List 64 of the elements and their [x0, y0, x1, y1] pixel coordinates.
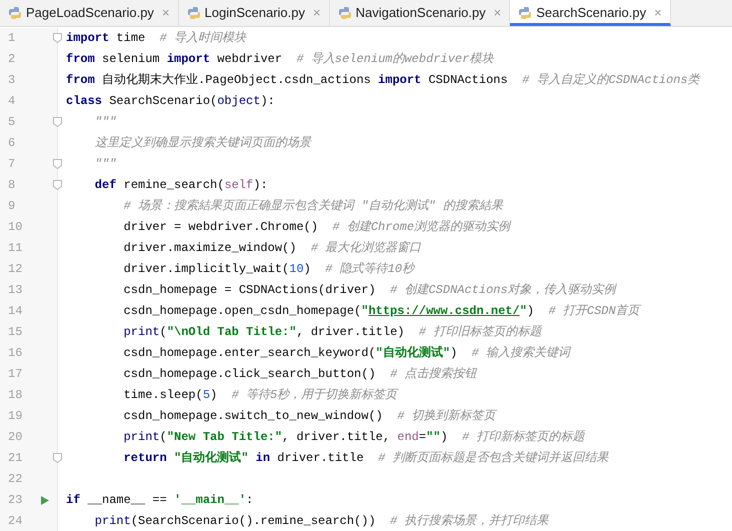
file-tab[interactable]: PageLoadScenario.py ×	[0, 0, 179, 26]
line-number: 12	[8, 261, 24, 278]
python-file-icon	[186, 6, 201, 20]
code-line: from 自动化期末大作业.PageObject.csdn_actions import CSDNActions # 导入自定义的CSDNActions类	[66, 72, 700, 89]
line-number: 8	[8, 177, 16, 194]
fold-marker-icon[interactable]	[53, 117, 62, 127]
line-number: 5	[8, 114, 16, 131]
code-line: driver = webdriver.Chrome() # 创建Chrome浏览器的驱动实例	[122, 219, 510, 236]
tab-label: SearchScenario.py	[536, 4, 646, 22]
line-number: 9	[8, 198, 16, 215]
line-number: 19	[8, 408, 24, 425]
line-number: 11	[8, 240, 24, 257]
line-number: 13	[8, 282, 24, 299]
code-line: if __name__ == '__main__':	[66, 492, 254, 509]
code-line: 这里定义到确显示搜索关键词页面的场景	[94, 135, 311, 152]
line-number: 17	[8, 366, 24, 383]
line-number: 14	[8, 303, 24, 320]
line-number: 15	[8, 324, 24, 341]
line-number: 21	[8, 450, 24, 467]
line-number: 10	[8, 219, 24, 236]
code-line: time.sleep(5) # 等待5秒，用于切换新标签页	[122, 387, 398, 404]
tab-label: PageLoadScenario.py	[26, 4, 154, 22]
line-number: 4	[8, 93, 16, 110]
python-file-icon	[8, 6, 22, 20]
code-line: """	[94, 156, 116, 173]
code-line: csdn_homepage.switch_to_new_window() # 切换到新标签页	[122, 408, 496, 425]
code-line: from selenium import webdriver # 导入selenium的webdriver模块	[66, 51, 494, 68]
line-number: 23	[8, 492, 24, 509]
code-line: driver.maximize_window() # 最大化浏览器窗口	[122, 240, 422, 257]
code-line: csdn_homepage.click_search_button() # 点击搜索按钮	[122, 366, 476, 383]
fold-marker-icon[interactable]	[53, 453, 62, 463]
code-line: csdn_homepage.enter_search_keyword("自动化测试") # 输入搜索关键词	[122, 344, 570, 362]
python-file-icon	[518, 6, 532, 20]
line-number: 22	[8, 471, 24, 488]
line-number: 6	[8, 135, 16, 152]
code-line: import time # 导入时间模块	[66, 30, 246, 47]
code-line: return "自动化测试" in driver.title # 判断页面标题是否包含关键词并返回结果	[122, 450, 608, 467]
code-line: print("\nOld Tab Title:", driver.title) # 打印旧标签页的标题	[122, 324, 542, 341]
line-number: 2	[8, 51, 16, 68]
line-number: 20	[8, 429, 24, 446]
code-line: print(SearchScenario().remine_search()) # 执行搜索场景，并打印结果	[94, 513, 548, 530]
fold-marker-icon[interactable]	[53, 33, 62, 43]
fold-marker-icon[interactable]	[53, 159, 62, 169]
line-number: 18	[8, 387, 24, 404]
run-icon[interactable]	[40, 494, 50, 506]
line-number: 3	[8, 72, 16, 89]
line-number: 1	[8, 30, 16, 47]
fold-marker-icon[interactable]	[53, 180, 62, 190]
file-tab[interactable]: LoginScenario.py ×	[178, 0, 330, 26]
code-line: csdn_homepage.open_csdn_homepage("https://www.csdn.net/") # 打开CSDN首页	[122, 303, 640, 320]
code-line: print("New Tab Title:", driver.title, end="") # 打印新标签页的标题	[122, 429, 584, 446]
code-line: driver.implicitly_wait(10) # 隐式等待10秒	[122, 261, 414, 278]
code-line: """	[94, 114, 116, 131]
line-number: 24	[8, 513, 24, 530]
code-line: class SearchScenario(object):	[66, 93, 275, 110]
line-number: 16	[8, 345, 24, 362]
tab-label: NavigationScenario.py	[356, 4, 486, 22]
code-line: # 场景：搜索結果页面正确显示包含关键词 "自动化测试" 的搜索結果	[122, 198, 503, 215]
line-number: 7	[8, 156, 16, 173]
file-tab[interactable]: SearchScenario.py ×	[510, 0, 671, 26]
code-line: def remine_search(self):	[94, 177, 268, 194]
python-file-icon	[338, 6, 352, 20]
tab-label: LoginScenario.py	[204, 4, 305, 22]
code-line: csdn_homepage = CSDNActions(driver) # 创建CSDNActions对象，传入驱动实例	[122, 282, 616, 299]
